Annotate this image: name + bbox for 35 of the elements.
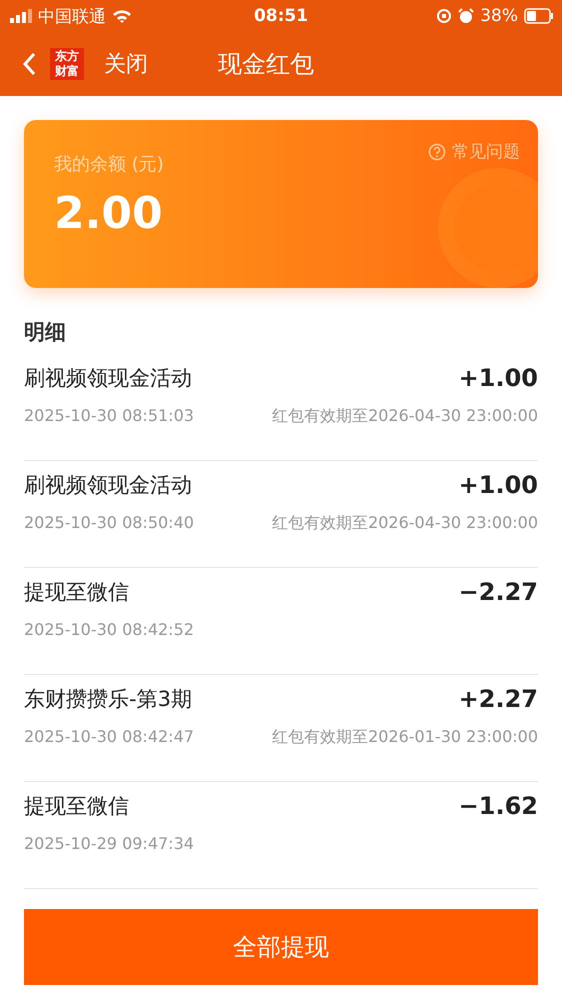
record-title: 提现至微信 [24,579,129,606]
question-icon [428,142,446,160]
alarm-icon [458,8,474,24]
back-icon[interactable] [22,52,36,76]
app-logo: 东方财富 [50,48,84,80]
record-date: 2025-10-30 08:42:52 [24,620,194,639]
record-date: 2025-10-29 09:47:34 [24,834,194,853]
record-title: 刷视频领现金活动 [24,472,192,499]
record-title: 刷视频领现金活动 [24,365,192,392]
balance-label: 我的余额 (元) [54,153,164,176]
page-title: 现金红包 [218,49,314,80]
status-time: 08:51 [254,6,308,26]
battery-icon [524,8,554,24]
signal-icon [10,9,32,23]
carrier-name: 中国联通 [38,6,106,28]
section-title: 明细 [23,319,67,346]
withdraw-button[interactable]: 全部提现 [24,909,538,985]
faq-link[interactable]: 常见问题 [428,140,520,163]
record-date: 2025-10-30 08:42:47 [24,727,194,748]
record-title: 东财攒攒乐-第3期 [24,686,192,713]
record-validity: 红包有效期至2026-04-30 23:00:00 [272,513,538,534]
balance-amount: 2.00 [54,188,164,239]
battery-percent: 38% [480,6,518,26]
record-validity: 红包有效期至2026-01-30 23:00:00 [272,727,538,748]
record-date: 2025-10-30 08:51:03 [24,406,194,427]
record-amount: −2.27 [458,578,538,606]
wifi-icon [112,9,132,23]
close-button[interactable]: 关闭 [104,49,148,79]
record-date: 2025-10-30 08:50:40 [24,513,194,534]
record-amount: +2.27 [458,685,538,713]
record-title: 提现至微信 [24,793,129,820]
record-amount: +1.00 [458,364,538,392]
record-amount: +1.00 [458,471,538,499]
record-amount: −1.62 [458,792,538,820]
record-validity: 红包有效期至2026-04-30 23:00:00 [272,406,538,427]
